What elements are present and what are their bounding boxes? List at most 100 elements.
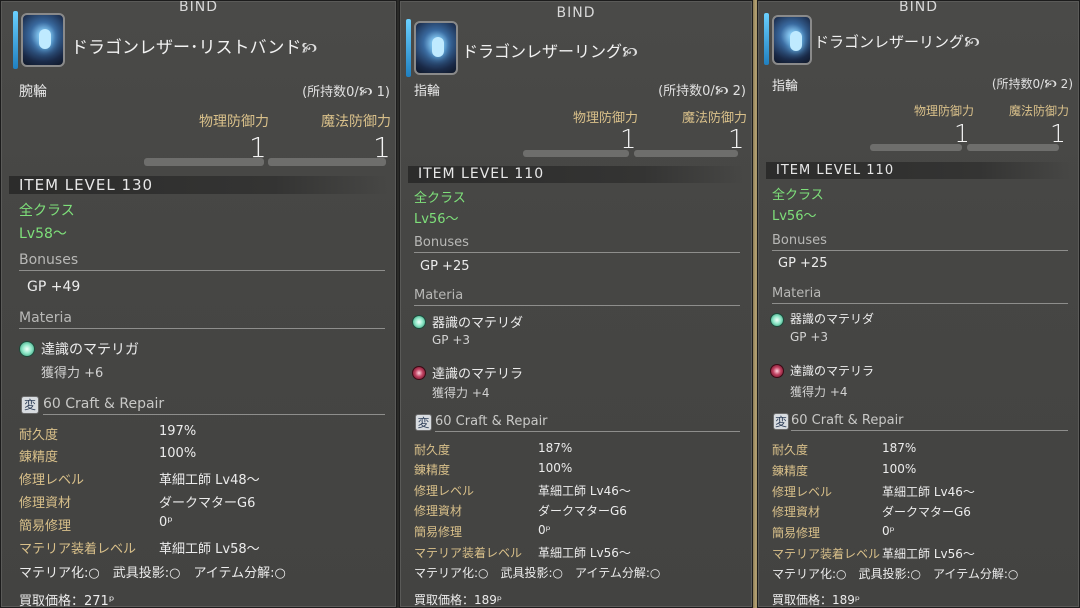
item-tooltip-ring: BIND ドラゴンレザーリング🙥 指輪 (所持数0/🙥 2) 物理防御力 魔法防… [399,0,753,608]
ring-icon [414,21,458,75]
ring-icon [772,15,812,65]
item-frame-bar [13,11,18,69]
materia-name: 達識のマテリガ [41,342,139,358]
repair-label: 耐久度 [414,443,451,457]
physical-defense-label: 物理防御力 [573,111,639,126]
equip-slot: 腕輪 [19,84,47,100]
repair-label: 簡易修理 [19,519,72,534]
level-requirement: Lv56～ [772,209,817,224]
repair-value: 100% [159,446,197,461]
owned-count: (所持数0/🙥 2) [991,77,1073,91]
item-level: ITEM LEVEL 130 [9,176,388,194]
repair-label: 錬精度 [414,463,451,477]
repair-value: 革細工師 Lv56～ [538,546,631,560]
item-flags: マテリア化:○ 武具投影:○ アイテム分解:○ [414,566,661,580]
physical-defense-bar [523,150,629,157]
repair-value: 革細工師 Lv46～ [882,485,975,499]
physical-defense-label: 物理防御力 [914,104,975,118]
item-frame-bar [406,19,411,77]
materia-effect: 獲得力 +6 [41,366,104,381]
bonuses-header: Bonuses [19,252,385,271]
repair-value: 0ᵖ [159,515,173,530]
hq-icon: 🙥 [622,43,638,61]
equip-slot: 指輪 [414,84,441,99]
repair-label: マテリア装着レベル [19,542,137,557]
owned-count: (所持数0/🙥 1) [302,85,390,100]
repair-value: 0ᵖ [538,523,551,537]
repair-label: 修理資材 [772,505,821,519]
repair-label: 簡易修理 [772,526,821,540]
repair-label: 簡易修理 [414,525,463,539]
materia-slot-icon[interactable] [412,366,426,380]
craft-repair-header: 60 Craft & Repair [435,414,740,432]
item-icon [406,19,458,77]
repair-label: 修理レベル [19,473,85,488]
repair-value: 革細工師 Lv48～ [159,473,260,488]
hq-icon: 🙥 [301,39,318,57]
materia-header: Materia [19,310,385,329]
magic-defense-bar [268,158,386,166]
physical-defense-bar [144,158,264,166]
repair-value: ダークマターG6 [882,505,971,519]
repair-label: 耐久度 [19,428,59,443]
repair-value: 187% [882,441,917,455]
magic-defense-label: 魔法防御力 [682,111,748,126]
item-tooltip-ring: BIND ドラゴンレザーリング🙥 指輪 (所持数0/🙥 2) 物理防御力 魔法防… [757,0,1080,608]
physical-defense-label: 物理防御力 [199,114,269,130]
bonuses-header: Bonuses [414,235,740,253]
item-name-text: ドラゴンレザー･リストバンド [71,38,302,58]
repair-label: 修理レベル [772,485,833,499]
repair-value: ダークマターG6 [538,504,627,518]
item-flags: マテリア化:○ 武具投影:○ アイテム分解:○ [772,567,1019,581]
repair-value: 0ᵖ [882,524,895,538]
item-icon [13,11,65,69]
repair-label: 修理資材 [414,504,463,518]
materia-effect: GP +3 [432,333,471,347]
repair-label: 修理レベル [414,484,475,498]
repair-value: ダークマターG6 [159,496,256,511]
materia-name: 器識のマテリダ [432,316,524,331]
materia-slot-icon[interactable] [770,313,784,327]
item-level: ITEM LEVEL 110 [408,166,744,183]
repair-label: マテリア装着レベル [414,546,523,560]
equip-slot: 指輪 [772,79,799,94]
sell-price: 買取価格：189ᵖ [772,593,861,607]
repair-value: 187% [538,441,573,455]
repair-value: 革細工師 Lv46～ [538,484,631,498]
magic-defense-label: 魔法防御力 [321,114,391,130]
materia-name: 達識のマテリラ [432,367,524,382]
item-name: ドラゴンレザーリング🙥 [814,31,980,57]
item-flags: マテリア化:○ 武具投影:○ アイテム分解:○ [19,566,286,581]
bonus-gp: GP +25 [420,259,470,274]
repair-value: 革細工師 Lv58～ [159,542,260,557]
physical-defense-bar [870,144,962,151]
craft-repair-header: 60 Craft & Repair [43,396,385,415]
magic-defense-label: 魔法防御力 [1009,104,1070,118]
repair-value: 100% [538,461,573,475]
item-name: ドラゴンレザーリング🙥 [462,38,638,67]
magic-defense-bar [634,150,738,157]
craft-repair-icon: 変 [773,413,789,430]
bonus-gp: GP +25 [778,256,828,271]
item-tooltip-wristband: BIND ドラゴンレザー･リストバンド🙥 腕輪 (所持数0/🙥 1) 物理防御力… [0,0,397,608]
wristband-icon [21,13,65,67]
repair-label: 修理資材 [19,496,72,511]
craft-repair-icon: 変 [415,414,432,431]
magic-defense-bar [967,144,1059,151]
materia-slot-icon[interactable] [19,341,35,357]
materia-name: 器識のマテリダ [790,312,875,326]
materia-slot-icon[interactable] [412,315,426,329]
level-requirement: Lv56～ [414,212,459,227]
item-frame-bar [764,13,769,65]
bonuses-header: Bonuses [772,233,1068,251]
repair-label: 錬精度 [19,450,59,465]
item-icon [764,13,816,67]
materia-slot-icon[interactable] [770,364,784,378]
class-restriction: 全クラス [414,191,466,206]
repair-value: 197% [159,424,197,439]
materia-name: 達識のマテリラ [790,364,875,378]
item-name-text: ドラゴンレザーリング [462,42,623,61]
sell-price: 買取価格：189ᵖ [414,593,503,607]
bonus-gp: GP +49 [27,279,81,295]
hq-icon: 🙥 [964,33,980,51]
